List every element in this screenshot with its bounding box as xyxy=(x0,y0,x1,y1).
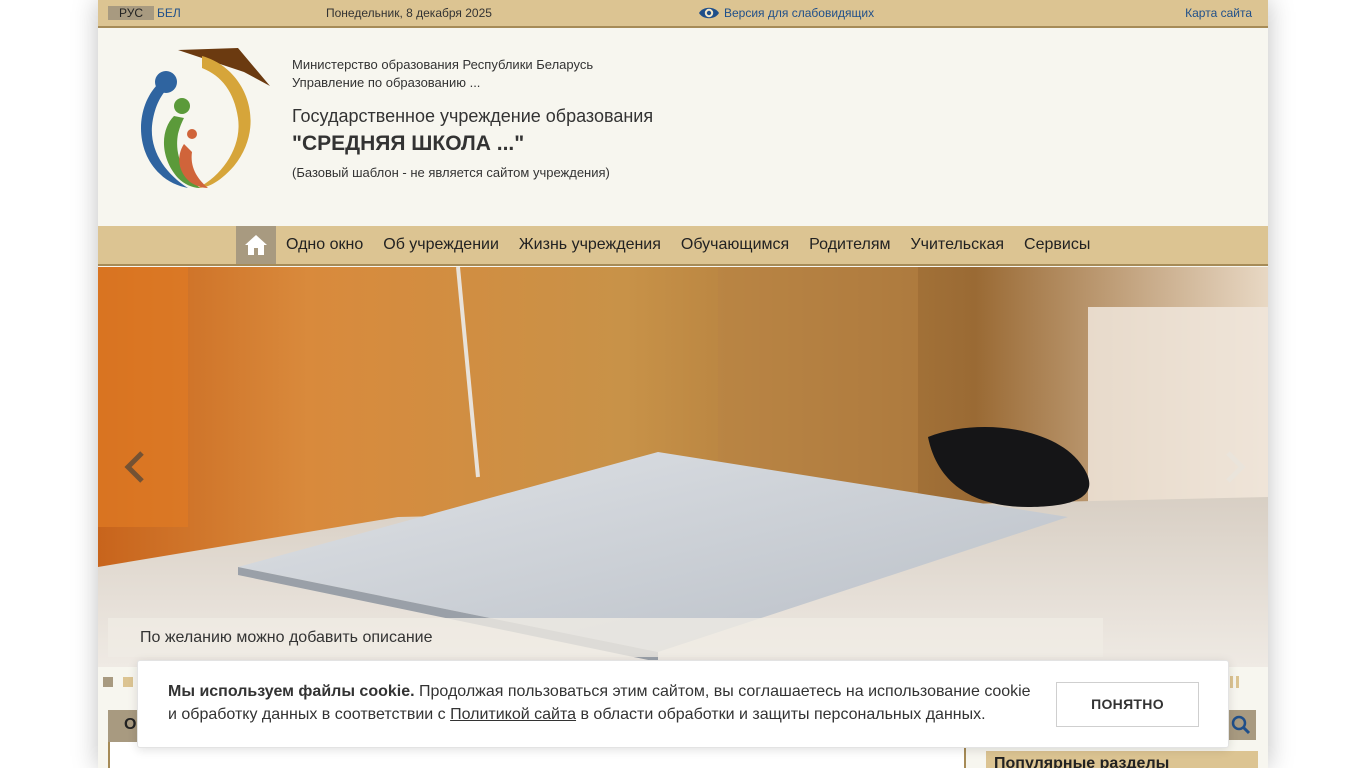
page: РУС БЕЛ Понедельник, 8 декабря 2025 Верс… xyxy=(98,0,1268,768)
lang-ru-button[interactable]: РУС xyxy=(108,6,154,20)
low-vision-label: Версия для слабовидящих xyxy=(724,6,875,20)
slide-caption: По желанию можно добавить описание xyxy=(108,618,1103,657)
cookie-message: Мы используем файлы cookie. Продолжая по… xyxy=(168,680,1038,726)
cookie-text-2: в области обработки и защиты персональны… xyxy=(576,706,986,723)
nav-item-about[interactable]: Об учреждении xyxy=(373,226,509,264)
slider-next-button[interactable] xyxy=(1214,447,1254,487)
nav-item-one-window[interactable]: Одно окно xyxy=(276,226,373,264)
slider-prev-button[interactable] xyxy=(116,447,156,487)
department-name: Управление по образованию ... xyxy=(292,75,481,90)
cookie-policy-link[interactable]: Политикой сайта xyxy=(450,706,576,723)
top-bar: РУС БЕЛ Понедельник, 8 декабря 2025 Верс… xyxy=(98,0,1268,28)
slider-dot-2[interactable] xyxy=(123,677,133,687)
sitemap-link[interactable]: Карта сайта xyxy=(1185,6,1252,20)
cookie-banner: Мы используем файлы cookie. Продолжая по… xyxy=(137,660,1229,748)
low-vision-link[interactable]: Версия для слабовидящих xyxy=(698,4,874,22)
nav-item-services[interactable]: Сервисы xyxy=(1014,226,1100,264)
eye-icon xyxy=(699,7,719,19)
nav-item-teachers[interactable]: Учительская xyxy=(900,226,1014,264)
template-note: (Базовый шаблон - не является сайтом учр… xyxy=(292,165,610,180)
nav-item-life[interactable]: Жизнь учреждения xyxy=(509,226,671,264)
current-date: Понедельник, 8 декабря 2025 xyxy=(326,6,492,20)
institution-type: Государственное учреждение образования xyxy=(292,106,654,126)
search-button[interactable] xyxy=(1226,710,1256,740)
nav-item-students[interactable]: Обучающимся xyxy=(671,226,799,264)
school-name[interactable]: "СРЕДНЯЯ ШКОЛА ..." xyxy=(292,132,524,156)
slide-image xyxy=(98,267,1268,667)
cookie-accept-button[interactable]: ПОНЯТНО xyxy=(1056,682,1199,727)
lang-by-link[interactable]: БЕЛ xyxy=(157,6,181,20)
slider-dot-1[interactable] xyxy=(103,677,113,687)
home-icon xyxy=(245,235,267,255)
search-icon xyxy=(1231,715,1251,735)
pause-icon[interactable] xyxy=(1230,676,1240,688)
ministry-name: Министерство образования Республики Бела… xyxy=(292,57,594,72)
nav-home-button[interactable] xyxy=(236,226,276,264)
content-tab-label: О xyxy=(124,716,137,733)
image-slider: По желанию можно добавить описание xyxy=(98,267,1268,667)
school-logo[interactable] xyxy=(126,46,274,190)
nav-item-parents[interactable]: Родителям xyxy=(799,226,900,264)
popular-sections-heading: Популярные разделы xyxy=(986,751,1258,768)
main-nav: Одно окно Об учреждении Жизнь учреждения… xyxy=(98,226,1268,266)
cookie-title: Мы используем файлы cookie. xyxy=(168,683,415,700)
